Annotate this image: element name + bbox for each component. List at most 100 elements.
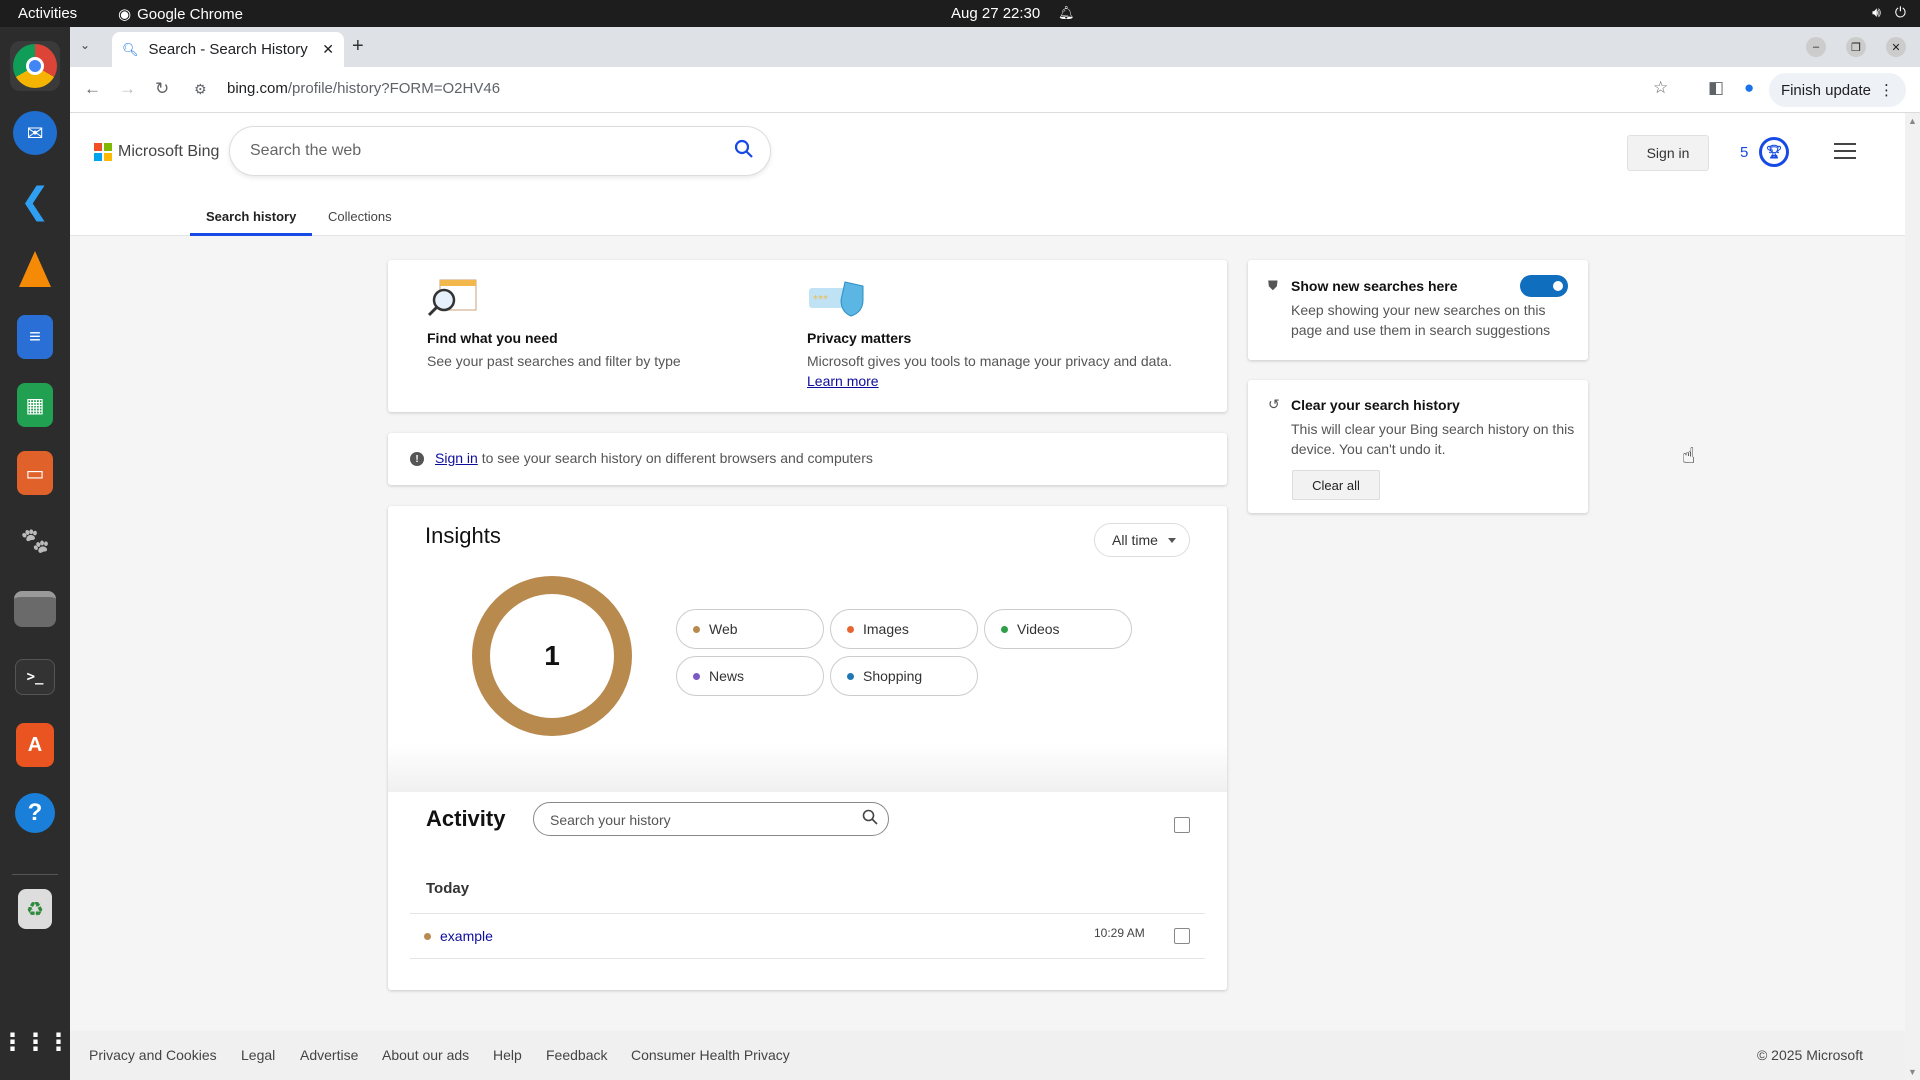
signin-banner-message: to see your search history on different … xyxy=(481,450,873,466)
power-icon: ⏻ xyxy=(1894,4,1906,20)
clear-all-button[interactable]: Clear all xyxy=(1292,470,1380,500)
dock-trash[interactable]: ♻ xyxy=(10,884,60,934)
learn-more-link[interactable]: Learn more xyxy=(807,373,879,389)
help-icon: ? xyxy=(15,793,55,833)
dock-terminal[interactable]: >_ xyxy=(10,652,60,702)
dock-app-center[interactable]: A xyxy=(10,720,60,770)
activity-group-today: Today xyxy=(426,880,470,897)
reload-icon[interactable]: ↻ xyxy=(155,79,169,99)
web-search-input[interactable] xyxy=(250,139,710,163)
row-divider xyxy=(410,958,1205,959)
page-scrollbar[interactable]: ▲ ▼ xyxy=(1905,113,1920,1080)
dock-help[interactable]: ? xyxy=(10,788,60,838)
hamburger-menu-icon[interactable] xyxy=(1834,143,1856,164)
finish-update-button[interactable]: Finish update ⋮ xyxy=(1768,73,1906,107)
footer-link-privacy[interactable]: Privacy and Cookies xyxy=(89,1047,217,1063)
app-name: Google Chrome xyxy=(137,5,243,23)
history-search-icon[interactable] xyxy=(862,809,878,830)
tab-collections[interactable]: Collections xyxy=(328,209,392,224)
filter-web-label: Web xyxy=(709,621,738,637)
shield-icon: ⛊ xyxy=(1268,278,1278,293)
tab-search-history[interactable]: Search history xyxy=(206,209,296,224)
forward-icon[interactable]: → xyxy=(119,79,136,99)
filter-web[interactable]: Web xyxy=(676,609,824,649)
footer-link-help[interactable]: Help xyxy=(493,1047,522,1063)
footer-link-about-ads[interactable]: About our ads xyxy=(382,1047,469,1063)
microsoft-logo-icon xyxy=(94,143,112,161)
mouse-pointer-icon: ☝ xyxy=(1682,443,1696,468)
chrome-toolbar: ← → ↻ ⚙ bing.com/profile/history?FORM=O2… xyxy=(70,67,1920,113)
dock-impress[interactable]: ▭ xyxy=(10,448,60,498)
clock[interactable]: Aug 27 22:30 xyxy=(951,5,1040,22)
footer-link-legal[interactable]: Legal xyxy=(241,1047,275,1063)
dock-chrome[interactable] xyxy=(10,41,60,91)
footer-link-feedback[interactable]: Feedback xyxy=(546,1047,607,1063)
bing-header: Microsoft Bing Sign in 5 🏆︎ xyxy=(70,113,1905,193)
dock-vlc[interactable] xyxy=(10,244,60,294)
back-icon[interactable]: ← xyxy=(84,79,101,99)
profile-icon[interactable]: ● xyxy=(1744,78,1754,98)
history-row-checkbox[interactable] xyxy=(1174,928,1190,944)
bookmark-star-icon[interactable]: ☆ xyxy=(1653,78,1668,98)
dock-show-apps[interactable]: ⋮⋮⋮ xyxy=(1,1017,71,1067)
browser-tab[interactable]: 🔍︎ Search - Search History ✕ xyxy=(112,32,344,67)
intro-card: Find what you need See your past searche… xyxy=(388,260,1227,412)
filter-news[interactable]: News xyxy=(676,656,824,696)
tab-close-icon[interactable]: ✕ xyxy=(322,41,334,58)
side-panel-icon[interactable]: ◧ xyxy=(1708,78,1724,98)
page-content: Microsoft Bing Sign in 5 🏆︎ Search histo… xyxy=(70,113,1905,1080)
history-query-link[interactable]: example xyxy=(440,928,493,944)
system-menu[interactable]: 🔊︎ ⏻ xyxy=(1872,4,1906,21)
dock-thunderbird[interactable]: ✉ xyxy=(10,108,60,158)
history-row: example 10:29 AM xyxy=(410,914,1205,958)
activity-title: Activity xyxy=(426,806,506,831)
clear-text: This will clear your Bing search history… xyxy=(1291,421,1575,457)
scroll-down-icon[interactable]: ▼ xyxy=(1908,1067,1917,1077)
tab-search-icon[interactable]: ⌄ xyxy=(80,38,90,52)
window-close-icon[interactable]: ✕ xyxy=(1886,37,1906,57)
footer-link-advertise[interactable]: Advertise xyxy=(300,1047,358,1063)
search-icon[interactable] xyxy=(734,139,754,165)
history-search-input[interactable] xyxy=(550,810,840,830)
signin-banner: ! Sign in to see your search history on … xyxy=(388,433,1227,485)
dock-files[interactable] xyxy=(10,584,60,634)
show-new-toggle[interactable] xyxy=(1520,275,1568,297)
insights-donut-chart: 1 xyxy=(472,576,632,736)
filter-shopping[interactable]: Shopping xyxy=(830,656,978,696)
tab-title: Search - Search History xyxy=(148,41,308,58)
bing-logo[interactable]: Microsoft Bing xyxy=(94,143,219,161)
activities-button[interactable]: Activities xyxy=(18,5,77,22)
filter-images[interactable]: Images xyxy=(830,609,978,649)
scroll-up-icon[interactable]: ▲ xyxy=(1908,116,1917,126)
history-time: 10:29 AM xyxy=(1094,926,1145,940)
filter-videos[interactable]: Videos xyxy=(984,609,1132,649)
privacy-text-body: Microsoft gives you tools to manage your… xyxy=(807,353,1172,369)
signin-banner-text: Sign in to see your search history on di… xyxy=(435,448,873,468)
dock-calc[interactable]: ▦ xyxy=(10,380,60,430)
site-info-icon[interactable]: ⚙ xyxy=(194,81,207,98)
dock: ✉ ❮ ≡ ▦ ▭ 🐾︎ >_ A ? ♻ ⋮⋮⋮ xyxy=(0,27,71,1080)
donut-total: 1 xyxy=(544,640,560,671)
chrome-small-icon: ◉ xyxy=(118,6,132,23)
chevron-down-icon xyxy=(1167,537,1176,543)
footer-link-health-privacy[interactable]: Consumer Health Privacy xyxy=(631,1047,790,1063)
time-range-dropdown[interactable]: All time xyxy=(1094,523,1190,557)
select-all-checkbox[interactable] xyxy=(1174,817,1190,833)
svg-text:***: *** xyxy=(813,294,828,305)
dock-gimp[interactable]: 🐾︎ xyxy=(10,516,60,566)
history-clock-icon: ↺ xyxy=(1268,396,1280,412)
calc-icon: ▦ xyxy=(17,383,53,427)
rewards-count[interactable]: 5 xyxy=(1740,144,1748,161)
restore-icon[interactable]: ❐ xyxy=(1846,37,1866,57)
app-menu[interactable]: ◉ Google Chrome xyxy=(118,5,243,24)
new-tab-icon[interactable]: + xyxy=(352,35,364,58)
signin-banner-link[interactable]: Sign in xyxy=(435,450,478,466)
shopping-dot xyxy=(847,672,854,680)
minimize-icon[interactable]: – xyxy=(1806,37,1826,57)
history-row-dot xyxy=(424,933,431,940)
dock-writer[interactable]: ≡ xyxy=(10,312,60,362)
address-bar[interactable]: bing.com/profile/history?FORM=O2HV46 xyxy=(227,80,500,97)
rewards-trophy-icon[interactable]: 🏆︎ xyxy=(1759,137,1789,167)
sign-in-button[interactable]: Sign in xyxy=(1627,135,1709,171)
dock-vscode[interactable]: ❮ xyxy=(10,176,60,226)
